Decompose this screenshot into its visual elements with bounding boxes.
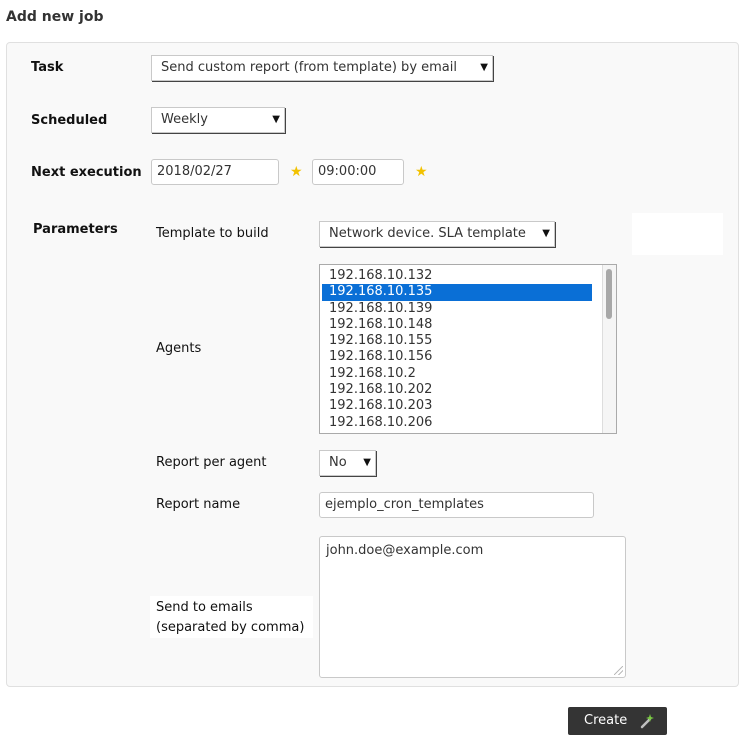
scheduled-label: Scheduled	[31, 113, 108, 128]
scroll-thumb[interactable]	[606, 269, 612, 319]
emails-label-line2: (separated by comma)	[156, 620, 305, 635]
emails-textarea[interactable]: john.doe@example.com	[319, 536, 626, 678]
report-per-agent-label: Report per agent	[156, 455, 267, 470]
agents-scrollbar[interactable]	[602, 265, 616, 433]
list-item-selected[interactable]: 192.168.10.135	[322, 284, 592, 301]
emails-label-line1: Send to emails	[156, 600, 253, 615]
agents-listbox[interactable]: 192.168.10.132 192.168.10.135 192.168.10…	[319, 264, 617, 434]
list-item[interactable]: 192.168.10.203	[322, 398, 592, 414]
date-input[interactable]: 2018/02/27	[151, 159, 279, 185]
scheduled-select-value: Weekly	[161, 112, 208, 127]
list-item[interactable]: 192.168.10.139	[322, 301, 592, 317]
list-item[interactable]: 192.168.10.132	[322, 268, 592, 284]
emails-value: john.doe@example.com	[326, 543, 484, 558]
caret-down-icon: ▼	[480, 62, 488, 73]
next-execution-label: Next execution	[31, 165, 142, 180]
page-title: Add new job	[6, 9, 104, 25]
caret-down-icon: ▼	[542, 228, 550, 239]
list-item[interactable]: 192.168.10.206	[322, 415, 592, 431]
report-name-input[interactable]: ejemplo_cron_templates	[319, 492, 594, 518]
create-button-label: Create	[584, 713, 628, 728]
resize-grip-icon[interactable]	[614, 666, 623, 675]
parameters-label: Parameters	[33, 222, 118, 237]
scheduled-select[interactable]: Weekly ▼	[151, 107, 285, 133]
caret-down-icon: ▼	[272, 114, 280, 125]
report-per-agent-select[interactable]: No ▼	[319, 450, 376, 476]
list-item[interactable]: 192.168.10.148	[322, 317, 592, 333]
star-icon: ★	[415, 164, 428, 180]
wand-icon	[640, 714, 654, 729]
time-input[interactable]: 09:00:00	[312, 159, 404, 185]
template-select[interactable]: Network device. SLA template ▼	[319, 221, 555, 247]
template-label: Template to build	[156, 226, 269, 241]
background-patch	[632, 213, 723, 255]
task-select-value: Send custom report (from template) by em…	[161, 60, 457, 75]
caret-down-icon: ▼	[363, 457, 371, 468]
report-per-agent-value: No	[329, 455, 347, 470]
template-select-value: Network device. SLA template	[329, 226, 526, 241]
report-name-label: Report name	[156, 497, 241, 512]
agents-label: Agents	[156, 341, 202, 356]
star-icon: ★	[290, 164, 303, 180]
list-item[interactable]: 192.168.10.156	[322, 349, 592, 365]
list-item[interactable]: 192.168.10.202	[322, 382, 592, 398]
task-select[interactable]: Send custom report (from template) by em…	[151, 55, 493, 81]
list-item[interactable]: 192.168.10.2	[322, 366, 592, 382]
emails-label: Send to emails (separated by comma)	[156, 598, 304, 638]
task-label: Task	[31, 60, 64, 75]
list-item[interactable]: 192.168.10.155	[322, 333, 592, 349]
create-button[interactable]: Create	[568, 707, 667, 735]
